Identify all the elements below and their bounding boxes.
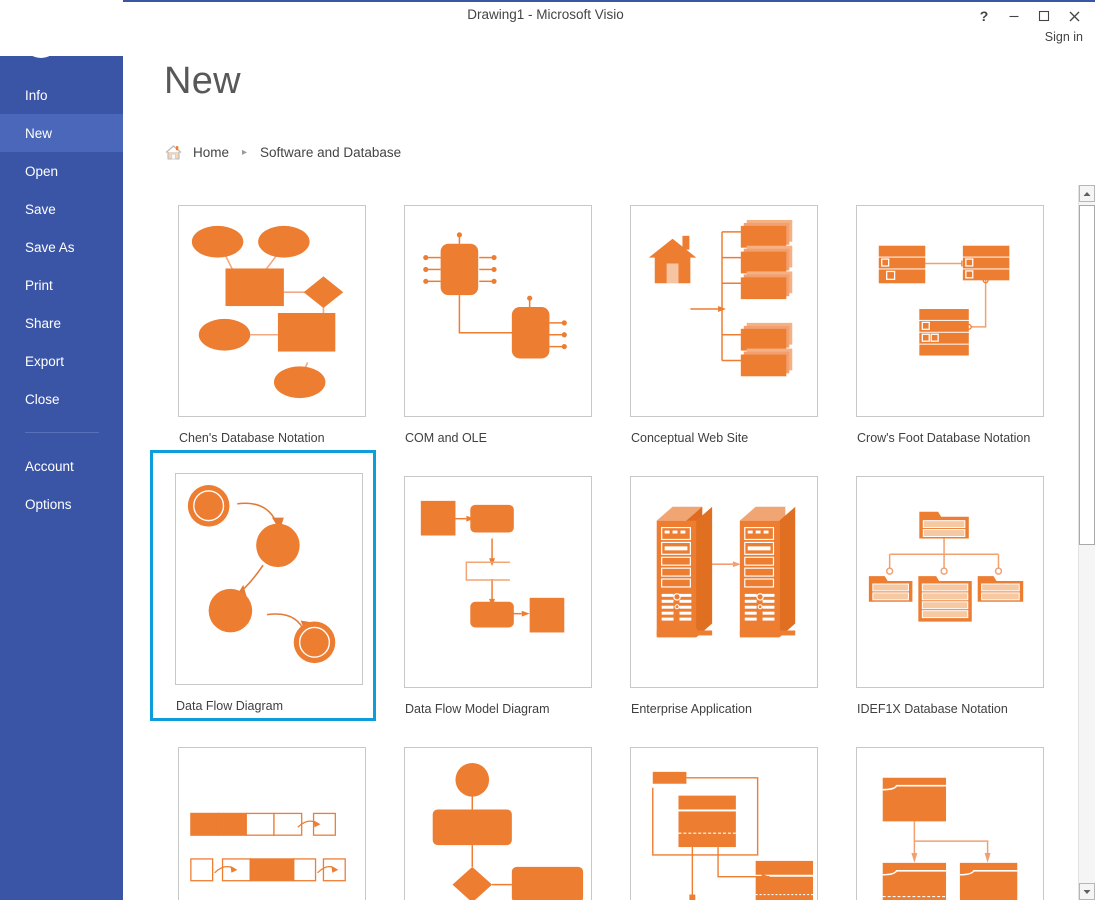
sidebar-nav: Info New Open Save Save As Print Share E… (0, 76, 123, 523)
chevron-down-icon (1083, 889, 1091, 895)
sidebar-item-label: Print (25, 278, 53, 293)
breadcrumb-home[interactable]: Home (193, 145, 229, 160)
template-thumbnail (404, 747, 592, 900)
page-title: New (164, 60, 241, 103)
template-tile-uml-model[interactable] (828, 721, 1054, 900)
sidebar-item-close[interactable]: Close (0, 380, 123, 418)
jackson-structure-icon (179, 748, 365, 900)
sign-in-link[interactable]: Sign in (1045, 30, 1083, 44)
template-thumbnail (178, 205, 366, 417)
template-tile-conceptual-web-site[interactable]: Conceptual Web Site (602, 179, 828, 450)
question-mark-icon: ? (980, 9, 989, 23)
template-tile-program-structure[interactable] (376, 721, 602, 900)
main-content: New Home ▸ Software and Database (123, 56, 1095, 900)
home-icon (164, 143, 183, 162)
template-thumbnail (856, 476, 1044, 688)
backstage-sidebar: Info New Open Save Save As Print Share E… (0, 0, 123, 900)
sidebar-item-options[interactable]: Options (0, 485, 123, 523)
sidebar-item-label: Close (25, 392, 60, 407)
sidebar-item-label: Options (25, 497, 72, 512)
template-thumbnail (404, 476, 592, 688)
sidebar-item-label: Account (25, 459, 74, 474)
template-thumbnail (404, 205, 592, 417)
template-tile-jackson[interactable] (150, 721, 376, 900)
program-structure-icon (405, 748, 591, 900)
template-tile-enterprise-application[interactable]: Enterprise Application (602, 450, 828, 721)
uml-model-icon (857, 748, 1043, 900)
sidebar-item-account[interactable]: Account (0, 447, 123, 485)
minimize-button[interactable] (999, 4, 1029, 28)
crows-foot-diagram-icon (857, 206, 1043, 416)
template-thumbnail (630, 476, 818, 688)
close-icon (1068, 10, 1081, 23)
window-title: Drawing1 - Microsoft Visio (123, 7, 968, 22)
sidebar-item-label: Export (25, 354, 64, 369)
sidebar-item-label: Open (25, 164, 58, 179)
template-label: Data Flow Model Diagram (405, 702, 596, 716)
enterprise-application-icon (631, 477, 817, 687)
sidebar-item-save-as[interactable]: Save As (0, 228, 123, 266)
sidebar-item-open[interactable]: Open (0, 152, 123, 190)
sidebar-item-print[interactable]: Print (0, 266, 123, 304)
sidebar-item-save[interactable]: Save (0, 190, 123, 228)
rose-model-icon (631, 748, 817, 900)
template-thumbnail (175, 473, 363, 685)
sidebar-item-export[interactable]: Export (0, 342, 123, 380)
template-tile-data-flow-model-diagram[interactable]: Data Flow Model Diagram (376, 450, 602, 721)
template-scrollbar[interactable] (1078, 185, 1095, 900)
title-accent-line (123, 0, 1095, 2)
template-thumbnail (178, 747, 366, 900)
template-thumbnail (856, 205, 1044, 417)
sidebar-divider (25, 432, 99, 433)
template-label: COM and OLE (405, 431, 596, 445)
template-tile-chens-database-notation[interactable]: Chen's Database Notation (150, 179, 376, 450)
template-tile-data-flow-diagram[interactable]: Data Flow Diagram (150, 450, 376, 721)
template-label: Data Flow Diagram (176, 699, 370, 713)
sidebar-item-info[interactable]: Info (0, 76, 123, 114)
web-site-hierarchy-icon (631, 206, 817, 416)
chevron-up-icon (1083, 191, 1091, 197)
com-ole-diagram-icon (405, 206, 591, 416)
dfd-model-diagram-icon (405, 477, 591, 687)
breadcrumb-current: Software and Database (260, 145, 401, 160)
template-thumbnail (630, 205, 818, 417)
sidebar-item-new[interactable]: New (0, 114, 123, 152)
sidebar-item-label: Info (25, 88, 48, 103)
idef1x-diagram-icon (857, 477, 1043, 687)
template-label: Crow's Foot Database Notation (857, 431, 1048, 445)
template-label: Chen's Database Notation (179, 431, 370, 445)
scrollbar-thumb[interactable] (1079, 205, 1095, 545)
close-button[interactable] (1059, 4, 1089, 28)
minimize-icon (1008, 10, 1020, 22)
template-label: Conceptual Web Site (631, 431, 822, 445)
title-bar: Drawing1 - Microsoft Visio ? Sign in (0, 0, 1095, 56)
chen-er-diagram-icon (179, 206, 365, 416)
sidebar-item-label: Share (25, 316, 61, 331)
template-tile-com-and-ole[interactable]: COM and OLE (376, 179, 602, 450)
restore-icon (1038, 10, 1050, 22)
restore-button[interactable] (1029, 4, 1059, 28)
template-label: Enterprise Application (631, 702, 822, 716)
sidebar-item-label: New (25, 126, 52, 141)
template-tile-crows-foot-database-notation[interactable]: Crow's Foot Database Notation (828, 179, 1054, 450)
breadcrumb-separator-icon: ▸ (242, 148, 247, 158)
sidebar-item-share[interactable]: Share (0, 304, 123, 342)
template-label: IDEF1X Database Notation (857, 702, 1048, 716)
template-tile-idef1x-database-notation[interactable]: IDEF1X Database Notation (828, 450, 1054, 721)
data-flow-diagram-icon (176, 474, 362, 684)
scrollbar-up-button[interactable] (1079, 185, 1095, 202)
template-tile-rose-model[interactable] (602, 721, 828, 900)
window-controls: ? (969, 4, 1089, 28)
sidebar-item-label: Save As (25, 240, 75, 255)
breadcrumb: Home ▸ Software and Database (164, 143, 401, 162)
sidebar-item-label: Save (25, 202, 56, 217)
template-thumbnail (630, 747, 818, 900)
help-button[interactable]: ? (969, 4, 999, 28)
visio-backstage-new: Info New Open Save Save As Print Share E… (0, 0, 1095, 900)
scrollbar-down-button[interactable] (1079, 883, 1095, 900)
template-thumbnail (856, 747, 1044, 900)
template-grid: Chen's Database Notation (150, 179, 1080, 900)
